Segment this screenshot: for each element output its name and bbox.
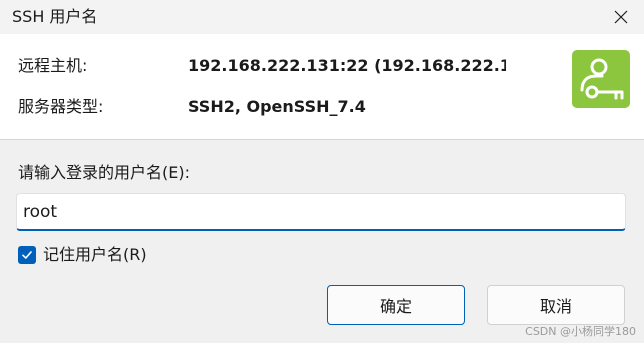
user-key-icon	[572, 50, 630, 108]
title-bar: SSH 用户名	[0, 0, 644, 34]
username-input[interactable]	[16, 193, 626, 231]
cancel-button[interactable]: 取消	[487, 285, 625, 325]
close-icon	[614, 10, 628, 24]
host-value: 192.168.222.131:22 (192.168.222.131)	[188, 56, 506, 75]
remember-username-label: 记住用户名(R)	[43, 245, 147, 264]
watermark-text: CSDN @小杨同学180	[525, 325, 636, 338]
close-button[interactable]	[598, 0, 644, 34]
username-prompt-label: 请输入登录的用户名(E):	[18, 163, 190, 182]
server-type-label: 服务器类型:	[18, 97, 104, 116]
window-title: SSH 用户名	[12, 7, 98, 26]
remember-username-checkbox[interactable]: 记住用户名(R)	[18, 245, 147, 265]
connection-info-panel: 远程主机: 192.168.222.131:22 (192.168.222.13…	[0, 34, 644, 140]
ssh-username-dialog: SSH 用户名 远程主机: 192.168.222.131:22 (192.16…	[0, 0, 644, 343]
ok-button[interactable]: 确定	[327, 285, 465, 325]
host-label: 远程主机:	[18, 56, 88, 75]
checkbox-checked-icon[interactable]	[18, 246, 36, 264]
server-type-value: SSH2, OpenSSH_7.4	[188, 97, 366, 116]
